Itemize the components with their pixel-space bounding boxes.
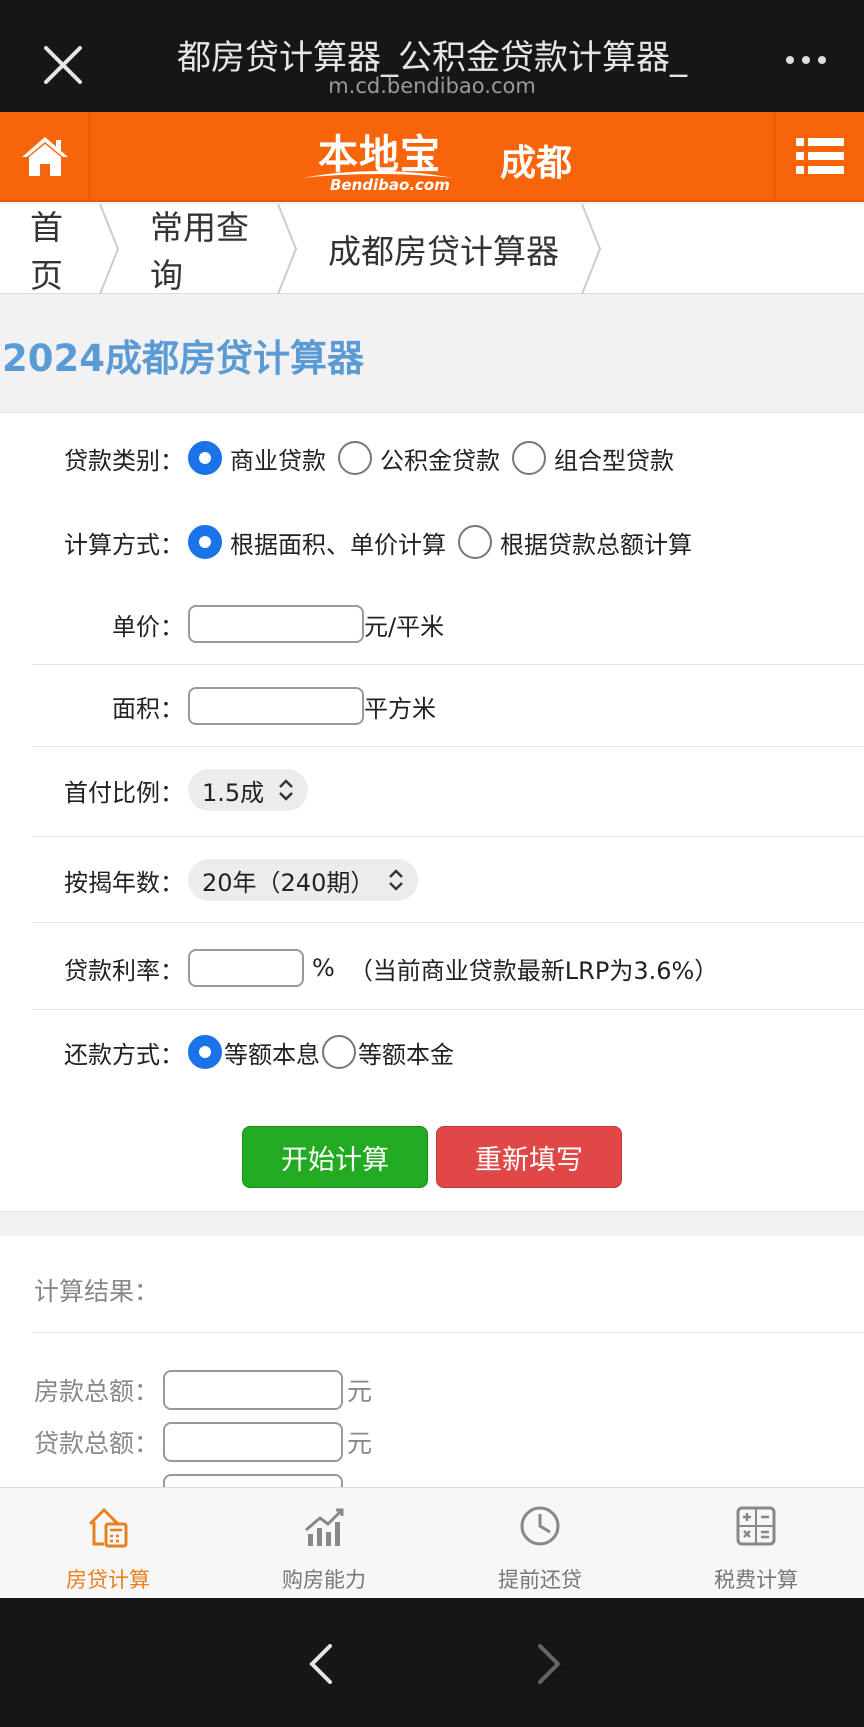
rate-note: （当前商业贷款最新LRP为3.6%） [348,956,719,985]
radio-unselected-icon [338,441,372,475]
city-name: 成都 [500,143,573,184]
chevron-up-down-icon [389,869,404,891]
results-panel: 计算结果： 房款总额： 元 贷款总额： 元 [0,1236,864,1514]
forward-arrow-icon[interactable] [530,1642,566,1686]
bar-chart-icon [305,1508,344,1546]
radio-selected-icon [188,441,222,475]
browser-url: m.cd.bendibao.com [328,74,536,98]
radio-provident-fund-loan[interactable]: 公积金贷款 [338,441,500,476]
loan-type-row: 贷款类别： 商业贷款 公积金贷款 组合型贷款 [0,433,864,483]
interest-rate-input[interactable] [188,949,304,987]
more-options-icon[interactable] [786,56,826,64]
radio-unselected-icon [512,441,546,475]
results-heading: 计算结果： [34,1277,160,1306]
down-payment-row: 首付比例： 1.5成 [0,765,864,815]
loan-form: 贷款类别： 商业贷款 公积金贷款 组合型贷款 计算方式： 根据面积、单价计算 根… [0,412,864,1212]
chevron-right-icon [277,204,298,294]
area-row: 面积： 平方米 [0,681,864,731]
reset-button[interactable]: 重新填写 [436,1126,622,1188]
bottom-tab-bar: 房贷计算 购房能力 提前还贷 税费计算 [0,1487,864,1599]
menu-button[interactable] [774,112,864,200]
loan-years-select[interactable]: 20年（240期） [188,859,419,901]
repayment-method-row: 还款方式： 等额本息 等额本金 [0,1027,864,1077]
radio-commercial-loan[interactable]: 商业贷款 [188,441,326,476]
chevron-right-icon [99,204,120,294]
divider [32,1009,864,1010]
home-button[interactable] [0,112,90,200]
tab-mortgage-calc[interactable]: 房贷计算 [0,1488,216,1600]
browser-title-bar: 都房贷计算器_公积金贷款计算器_ m.cd.bendibao.com [0,0,864,112]
radio-by-area-price[interactable]: 根据面积、单价计算 [188,525,446,560]
radio-by-loan-total[interactable]: 根据贷款总额计算 [458,525,692,560]
interest-rate-row: 贷款利率： % （当前商业贷款最新LRP为3.6%） [0,943,864,993]
tab-early-repayment[interactable]: 提前还贷 [432,1488,648,1600]
loan-total-output[interactable] [163,1422,344,1462]
divider [32,1332,864,1333]
breadcrumb: 首页 常用查询 成都房贷计算器 [0,204,864,295]
chevron-right-icon [581,204,602,294]
divider [32,836,864,837]
divider [32,922,864,923]
house-total-output[interactable] [163,1370,344,1410]
calculator-icon [736,1506,776,1546]
loan-years-row: 按揭年数： 20年（240期） [0,855,864,905]
chevron-up-down-icon [279,779,294,801]
radio-combined-loan[interactable]: 组合型贷款 [512,441,674,476]
browser-nav-bar [0,1598,864,1727]
home-icon [21,137,68,176]
site-logo[interactable]: 本地宝 Bendibao.com [300,120,456,194]
unit-price-row: 单价： 元/平米 [0,599,864,649]
divider [32,664,864,665]
radio-selected-icon [188,1035,222,1069]
divider [32,746,864,747]
tab-buying-power[interactable]: 购房能力 [216,1488,432,1600]
result-row-loan-total: 贷款总额： 元 [34,1422,372,1462]
area-input[interactable] [188,687,364,725]
breadcrumb-current[interactable]: 成都房贷计算器 [298,204,602,294]
calc-method-row: 计算方式： 根据面积、单价计算 根据贷款总额计算 [0,517,864,567]
down-payment-select[interactable]: 1.5成 [188,769,309,811]
radio-equal-installment[interactable]: 等额本息 [188,1035,320,1070]
unit-price-input[interactable] [188,605,364,643]
site-header: 本地宝 Bendibao.com 成都 [0,112,864,202]
clock-icon [520,1506,560,1546]
house-calculator-icon [88,1507,128,1548]
radio-selected-icon [188,525,222,559]
calculate-button[interactable]: 开始计算 [242,1126,428,1188]
browser-page-title: 都房贷计算器_公积金贷款计算器_ [177,38,687,78]
breadcrumb-common-query[interactable]: 常用查询 [120,204,298,295]
page-title: 2024成都房贷计算器 [2,337,364,380]
breadcrumb-home[interactable]: 首页 [0,204,120,295]
radio-equal-principal[interactable]: 等额本金 [322,1035,454,1070]
back-arrow-icon[interactable] [304,1642,340,1686]
tab-tax-calc[interactable]: 税费计算 [648,1488,864,1600]
radio-unselected-icon [458,525,492,559]
list-menu-icon [795,138,844,174]
result-row-house-total: 房款总额： 元 [34,1370,372,1410]
radio-unselected-icon [322,1035,356,1069]
